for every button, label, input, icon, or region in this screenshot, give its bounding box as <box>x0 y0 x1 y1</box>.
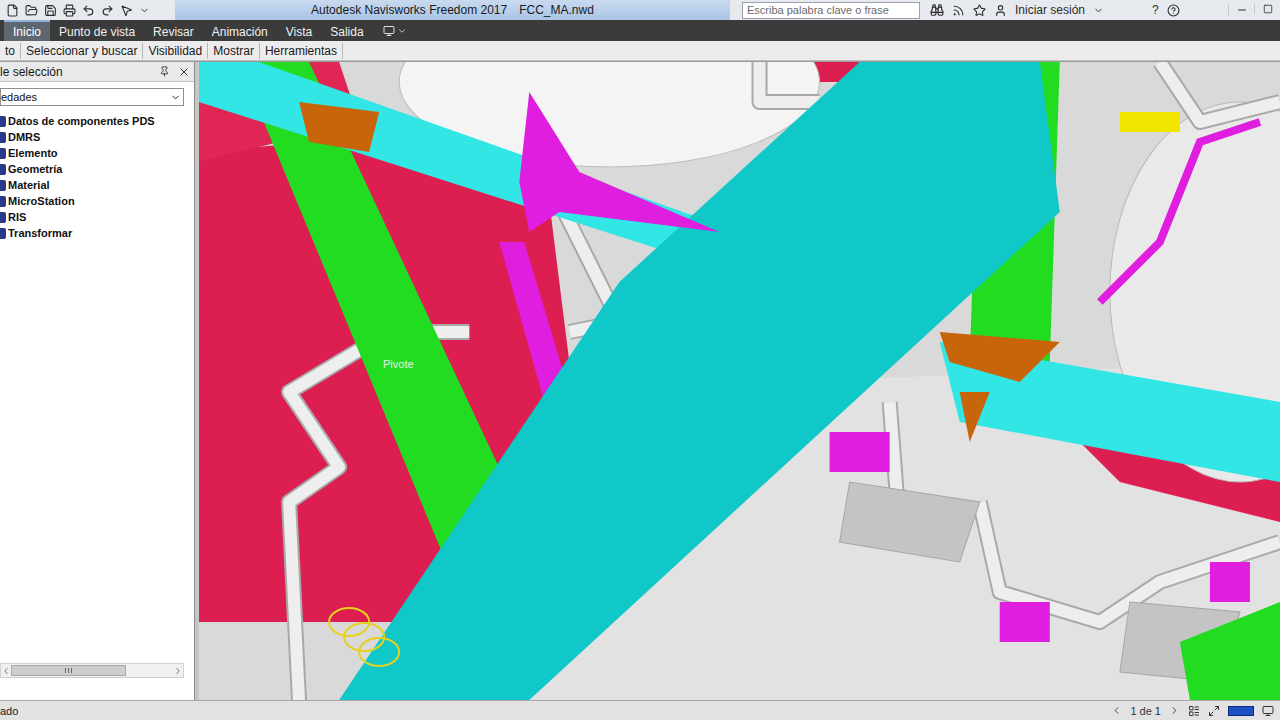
maximize-icon <box>1263 4 1273 14</box>
grip-line <box>65 668 66 673</box>
dropdown-value: edades <box>1 91 37 103</box>
ribbon-tabs: InicioPunto de vistaRevisarAnimaciónVist… <box>0 20 1280 41</box>
tab-icon <box>0 196 6 207</box>
properties-panel: le selección edades Datos de componentes P… <box>0 62 195 700</box>
grip-line <box>71 668 72 673</box>
panel-header: le selección <box>0 62 194 82</box>
panel-header-buttons <box>159 66 190 78</box>
quick-access-toolbar <box>0 4 175 17</box>
select-pointer-icon[interactable] <box>120 4 133 17</box>
property-tabs-list: Datos de componentes PDSDMRSElementoGeom… <box>0 112 194 663</box>
scroll-right-icon[interactable] <box>173 666 183 676</box>
navisworks-window: Autodesk Navisworks Freedom 2017 FCC_MA.n… <box>0 0 1280 720</box>
dropdown-arrow-icon <box>397 26 407 36</box>
tab-icon <box>0 164 6 175</box>
app-title: Autodesk Navisworks Freedom 2017 <box>311 3 507 17</box>
ribbon-panel-label[interactable]: Herramientas <box>260 43 343 59</box>
status-tools: 1 de 1 <box>1111 705 1280 717</box>
dropdown-arrow-icon[interactable] <box>139 5 150 16</box>
property-tab[interactable]: Elemento <box>0 145 194 161</box>
property-tab[interactable]: DMRS <box>0 129 194 145</box>
status-text: ado <box>0 705 18 717</box>
binoculars-icon[interactable] <box>930 3 944 17</box>
minimize-button[interactable] <box>1228 4 1254 16</box>
property-tab[interactable]: Transformar <box>0 225 194 241</box>
window-title: Autodesk Navisworks Freedom 2017 FCC_MA.n… <box>175 0 730 20</box>
pin-icon[interactable] <box>159 66 170 77</box>
help-icon[interactable] <box>1167 4 1180 17</box>
tab-icon <box>0 180 6 191</box>
title-tools: Iniciar sesión? <box>920 3 1280 17</box>
tab-icon <box>0 116 6 127</box>
ribbon-tab[interactable]: Inicio <box>4 20 50 41</box>
performance-indicator <box>1228 706 1254 716</box>
maximize-button[interactable] <box>1254 4 1280 14</box>
open-folder-icon[interactable] <box>25 4 38 17</box>
property-tab[interactable]: RIS <box>0 209 194 225</box>
3d-viewport[interactable]: Pivote <box>199 62 1280 700</box>
horizontal-scrollbar[interactable] <box>0 663 184 678</box>
workspace-menu[interactable] <box>373 20 417 41</box>
next-sheet-icon[interactable] <box>1169 705 1180 716</box>
new-file-icon[interactable] <box>6 4 19 17</box>
cyan-beam <box>199 62 740 262</box>
printer-icon[interactable] <box>63 4 76 17</box>
ribbon-tab[interactable]: Animación <box>203 20 277 41</box>
tab-icon <box>0 132 6 143</box>
file-name: FCC_MA.nwd <box>519 3 594 17</box>
user-icon[interactable] <box>994 4 1007 17</box>
tab-icon <box>0 148 6 159</box>
sheet-counter: 1 de 1 <box>1130 705 1161 717</box>
pivot-label: Pivote <box>383 358 414 370</box>
tab-icon <box>0 212 6 223</box>
ribbon-panel-label[interactable]: to <box>0 43 21 59</box>
property-tab[interactable]: Datos de componentes PDS <box>0 113 194 129</box>
scroll-left-icon[interactable] <box>1 666 11 676</box>
dropdown-arrow-icon <box>170 92 181 103</box>
grip-line <box>68 668 69 673</box>
minimize-icon <box>1236 4 1248 16</box>
ribbon-tab[interactable]: Punto de vista <box>50 20 144 41</box>
property-tab[interactable]: MicroStation <box>0 193 194 209</box>
property-dropdown[interactable]: edades <box>0 88 184 106</box>
save-icon[interactable] <box>44 4 57 17</box>
star-icon[interactable] <box>973 4 986 17</box>
status-bar: ado 1 de 1 <box>0 700 1280 720</box>
ribbon-panels: toSeleccionar y buscarVisibilidadMostrar… <box>0 41 1280 61</box>
model-scene <box>199 62 1280 700</box>
ribbon-panel-label[interactable]: Mostrar <box>208 43 260 59</box>
previous-sheet-icon[interactable] <box>1111 705 1122 716</box>
pipe <box>760 62 820 102</box>
tab-icon <box>0 228 6 239</box>
redo-icon[interactable] <box>101 4 114 17</box>
fit-icon[interactable] <box>1208 705 1220 717</box>
monitor-icon <box>383 25 395 37</box>
property-tab[interactable]: Geometría <box>0 161 194 177</box>
yellow-coil <box>329 608 399 666</box>
signin-button[interactable]: Iniciar sesión <box>1015 3 1085 17</box>
signin-dropdown-icon[interactable] <box>1093 5 1104 16</box>
search-field[interactable]: Escriba palabra clave o frase <box>742 2 920 19</box>
ribbon-tab[interactable]: Revisar <box>144 20 203 41</box>
ribbon-panel-label[interactable]: Seleccionar y buscar <box>21 43 143 59</box>
ribbon-panel-label[interactable]: Visibilidad <box>143 43 208 59</box>
sheet-list-icon[interactable] <box>1188 705 1200 717</box>
close-icon[interactable] <box>178 66 190 78</box>
ribbon-tab[interactable]: Salida <box>321 20 372 41</box>
property-tab[interactable]: Material <box>0 177 194 193</box>
window-controls <box>1228 4 1280 16</box>
panel-title: le selección <box>0 65 63 79</box>
ribbon-tab[interactable]: Vista <box>277 20 321 41</box>
magenta-part <box>519 92 719 232</box>
feed-icon[interactable] <box>952 4 965 17</box>
scroll-thumb[interactable] <box>11 665 126 676</box>
memory-icon <box>1262 705 1274 717</box>
title-bar: Autodesk Navisworks Freedom 2017 FCC_MA.n… <box>0 0 1280 20</box>
workspace: le selección edades Datos de componentes P… <box>0 61 1280 700</box>
undo-icon[interactable] <box>82 4 95 17</box>
help-button[interactable]: ? <box>1152 3 1159 17</box>
